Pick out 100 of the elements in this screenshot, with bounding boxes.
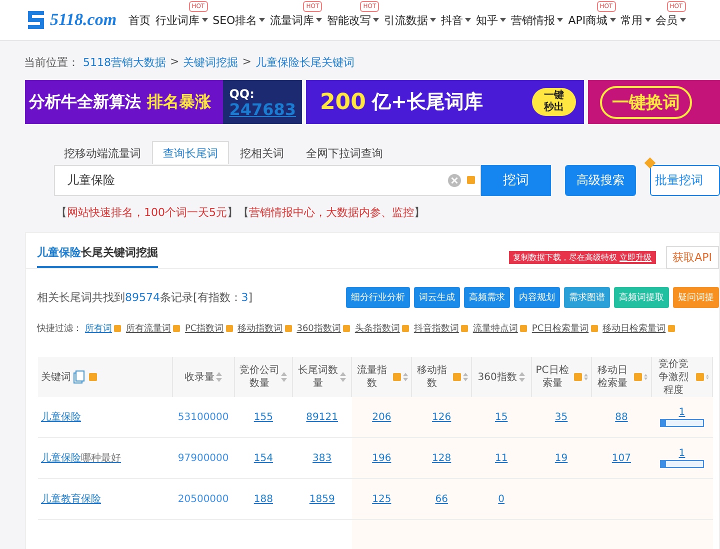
tool-button[interactable]: 细分行业分析 (346, 286, 410, 308)
number-link[interactable]: 383 (312, 452, 332, 464)
ad-banner[interactable]: 200 亿+长尾词库 一键 秒出 (306, 80, 584, 124)
batch-dig-button[interactable]: 批量挖词 (650, 164, 720, 196)
filter-link[interactable]: 所有流量词 (126, 322, 171, 335)
help-icon (114, 325, 121, 332)
clear-icon[interactable] (448, 174, 461, 186)
column-header: 移动日检索量 (596, 364, 629, 390)
number-link[interactable]: 88 (615, 412, 628, 422)
nav-item[interactable]: 引流数据 (384, 12, 436, 28)
number-link[interactable]: 35 (554, 412, 568, 422)
nav-item[interactable]: 流量词库 (270, 12, 322, 28)
tool-button[interactable]: 高频词提取 (614, 286, 669, 308)
caret-icon (430, 18, 436, 22)
dig-button[interactable]: 挖词 (480, 164, 552, 196)
help-icon (590, 325, 598, 332)
number-link[interactable]: 188 (254, 494, 273, 504)
number-link[interactable]: 15 (494, 412, 508, 422)
filter-link[interactable]: 头条指数词 (354, 322, 400, 335)
nav-item[interactable]: 常用 (620, 12, 651, 28)
sort-icon[interactable] (281, 372, 288, 382)
nav-item[interactable]: SEO排名 (212, 12, 266, 28)
number-link[interactable]: 107 (612, 452, 632, 464)
number-link[interactable]: 196 (372, 452, 392, 464)
filter-link[interactable]: 360指数词 (296, 322, 341, 335)
filter-link[interactable]: PC日检索量词 (532, 322, 589, 335)
number-link[interactable]: 11 (494, 452, 508, 464)
nav-item[interactable]: 首页 (128, 12, 151, 28)
nav-item[interactable]: 抖音 (441, 12, 472, 28)
keyword-link[interactable]: 儿童保险哪种最好 (41, 453, 121, 464)
upgrade-notice: 复制数据下载，尽在高级特权 立即升级 (509, 250, 656, 264)
table-cell: 53100000 (178, 412, 229, 422)
number-link[interactable]: 1859 (309, 494, 335, 504)
filter-link[interactable]: 所有词 (85, 322, 112, 335)
number-link[interactable]: 155 (254, 412, 273, 422)
filter-label: 快捷过滤： (37, 322, 82, 335)
ad-banner[interactable]: 分析牛全新算法 排名暴涨 QQ: 247683 (25, 80, 302, 124)
get-api-button[interactable]: 获取API (666, 246, 719, 268)
number-link[interactable]: 89121 (306, 412, 338, 422)
keyword-link[interactable]: 儿童保险 (41, 412, 81, 423)
breadcrumb-separator: > (170, 55, 180, 70)
tool-button[interactable]: 需求图谱 (564, 286, 610, 308)
tab[interactable]: 挖移动端流量词 (53, 141, 152, 164)
advanced-search-button[interactable]: 高级搜索 (565, 164, 636, 196)
tool-button[interactable]: 内容规划 (514, 286, 560, 308)
tab[interactable]: 查询长尾词 (152, 141, 229, 164)
nav-item[interactable]: 会员 (656, 12, 686, 28)
site-logo[interactable]: 5118.com (24, 9, 117, 31)
tool-button[interactable]: 高频需求 (464, 286, 510, 308)
tool-button[interactable]: 词云生成 (414, 286, 460, 308)
keyword-link[interactable]: 儿童教育保险 (41, 494, 101, 505)
breadcrumb-link[interactable]: 儿童保险长尾关键词 (255, 55, 354, 73)
ad-banner[interactable]: 一键换词 (588, 80, 720, 124)
sort-icon[interactable] (644, 372, 648, 382)
column-header: 长尾词数量 (298, 364, 338, 390)
number-link[interactable]: 19 (554, 452, 568, 464)
number-link[interactable]: 126 (432, 412, 452, 422)
search-input[interactable]: 儿童保险 (65, 172, 444, 188)
caret-icon (259, 18, 266, 22)
nav-item[interactable]: API商城 (568, 12, 616, 28)
filter-link[interactable]: 流量特点词 (472, 322, 518, 335)
nav-item[interactable]: 营销情报 (511, 12, 564, 28)
nav-item[interactable]: 智能改写 (327, 12, 380, 28)
promo-link[interactable]: 营销情报中心，大数据内参、监控 (249, 206, 414, 219)
table-cell: 97900000 (178, 452, 229, 464)
tool-button[interactable]: 疑问词提 (673, 286, 719, 308)
breadcrumb-link[interactable]: 5118营销大数据 (83, 55, 166, 73)
nav-item[interactable]: 知乎 (476, 12, 506, 28)
result-summary: 相关长尾词共找到89574条记录[有指数：3] (37, 290, 253, 304)
bracket: 【 (238, 206, 249, 219)
copy-icon[interactable] (73, 370, 85, 384)
sort-icon[interactable] (463, 372, 468, 382)
sort-icon[interactable] (340, 372, 346, 382)
filter-link[interactable]: PC指数词 (185, 322, 224, 335)
promo-link[interactable]: 网站快速排名，100个词一天5元 (67, 206, 227, 219)
filter-link[interactable]: 移动指数词 (238, 322, 283, 335)
number-link[interactable]: 1 (678, 407, 686, 418)
sort-icon[interactable] (216, 372, 222, 382)
help-icon (393, 373, 402, 381)
number-link[interactable]: 206 (372, 412, 392, 422)
number-link[interactable]: 0 (498, 494, 505, 504)
breadcrumb-link[interactable]: 关键词挖掘 (183, 55, 238, 73)
number-link[interactable]: 1 (678, 448, 686, 459)
upgrade-link[interactable]: 立即升级 (620, 252, 652, 262)
number-link[interactable]: 66 (435, 494, 448, 504)
bracket: 】 (414, 206, 425, 219)
number-link[interactable]: 125 (372, 494, 392, 504)
sort-icon[interactable] (584, 372, 588, 382)
tab[interactable]: 挖相关词 (229, 141, 295, 164)
bracket: 【 (56, 206, 67, 219)
filter-link[interactable]: 抖音指数词 (414, 322, 459, 335)
number-link[interactable]: 154 (254, 452, 273, 464)
breadcrumb-label: 当前位置： (24, 55, 79, 71)
number-link[interactable]: 128 (432, 452, 452, 464)
tab[interactable]: 全网下拉词查询 (295, 141, 394, 164)
sort-icon[interactable] (518, 372, 525, 382)
search-field[interactable]: 儿童保险 (54, 164, 481, 196)
sort-icon[interactable] (403, 372, 408, 382)
nav-item[interactable]: 行业词库 (156, 12, 208, 28)
filter-link[interactable]: 移动日检索量词 (602, 322, 666, 335)
